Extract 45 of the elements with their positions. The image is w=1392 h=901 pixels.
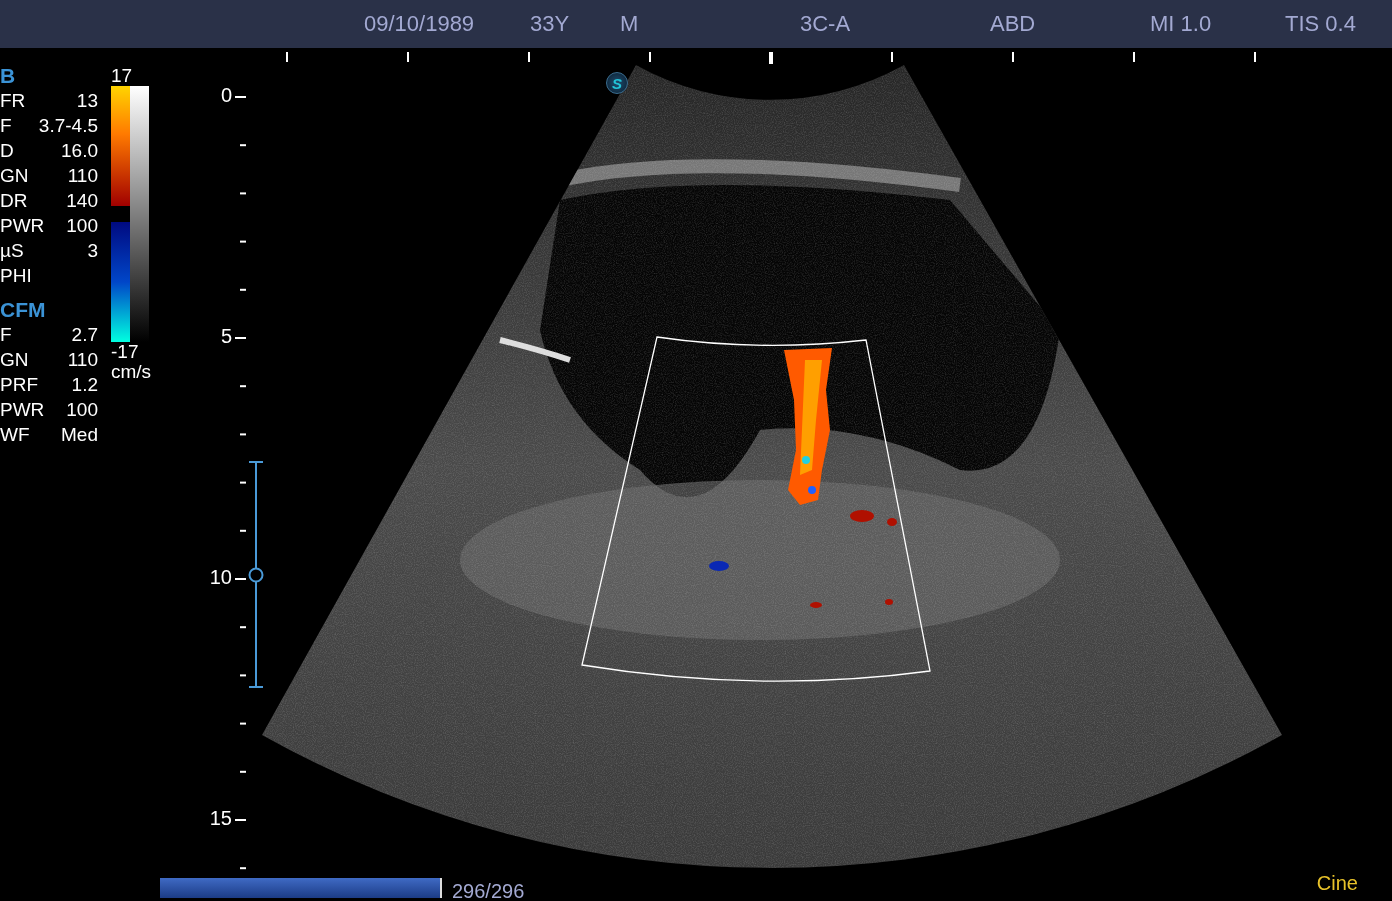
parameter-value: 3.7-4.5	[38, 114, 98, 138]
patient-age: 33Y	[530, 11, 571, 37]
probe-name: 3C-A	[800, 11, 852, 37]
parameter-label: F	[0, 114, 12, 138]
focus-marker[interactable]	[248, 461, 264, 688]
thermal-index: TIS 0.4	[1285, 11, 1356, 37]
depth-label: 0	[219, 84, 232, 106]
parameter-value: 140	[66, 189, 98, 213]
depth-label: 5	[219, 325, 232, 347]
patient-birthdate: 09/10/1989	[364, 11, 476, 37]
velocity-min: -17	[111, 342, 140, 362]
parameter-label: FR	[0, 89, 26, 113]
parameter-label: GN	[0, 348, 29, 372]
parameter-value: 3	[87, 239, 98, 263]
parameter-label: PWR	[0, 214, 45, 238]
parameter-value: 100	[66, 398, 98, 422]
parameter-label: PRF	[0, 373, 38, 397]
parameter-label: µS	[0, 239, 24, 263]
depth-label: 15	[208, 807, 232, 829]
parameter-label: F	[0, 323, 12, 347]
parameter-value: 110	[67, 164, 98, 188]
parameter-label: WF	[0, 423, 30, 447]
parameter-label: GN	[0, 164, 29, 188]
parameter-value: 1.2	[71, 373, 98, 397]
parameter-value: Med	[61, 423, 98, 447]
patient-sex: M	[620, 11, 640, 37]
parameter-value: 2.7	[71, 323, 98, 347]
velocity-unit: cm/s	[111, 362, 153, 382]
depth-label: 10	[208, 566, 232, 588]
cine-label: Cine	[1316, 872, 1358, 895]
parameter-label: D	[0, 139, 14, 163]
parameter-label: PWR	[0, 398, 45, 422]
mode-title: B	[0, 64, 17, 88]
mode-title: CFM	[0, 298, 47, 322]
parameter-label: DR	[0, 189, 28, 213]
parameter-label: PHI	[0, 264, 32, 288]
mechanical-index: MI 1.0	[1150, 11, 1213, 37]
velocity-max: 17	[111, 66, 134, 86]
exam-preset: ABD	[990, 11, 1037, 37]
frame-counter: 296/296	[452, 880, 525, 901]
parameter-value: 13	[76, 89, 98, 113]
parameter-value: 16.0	[61, 139, 98, 163]
scan-badge: S	[606, 72, 628, 94]
parameter-value: 100	[66, 214, 98, 238]
parameter-value: 110	[67, 348, 98, 372]
